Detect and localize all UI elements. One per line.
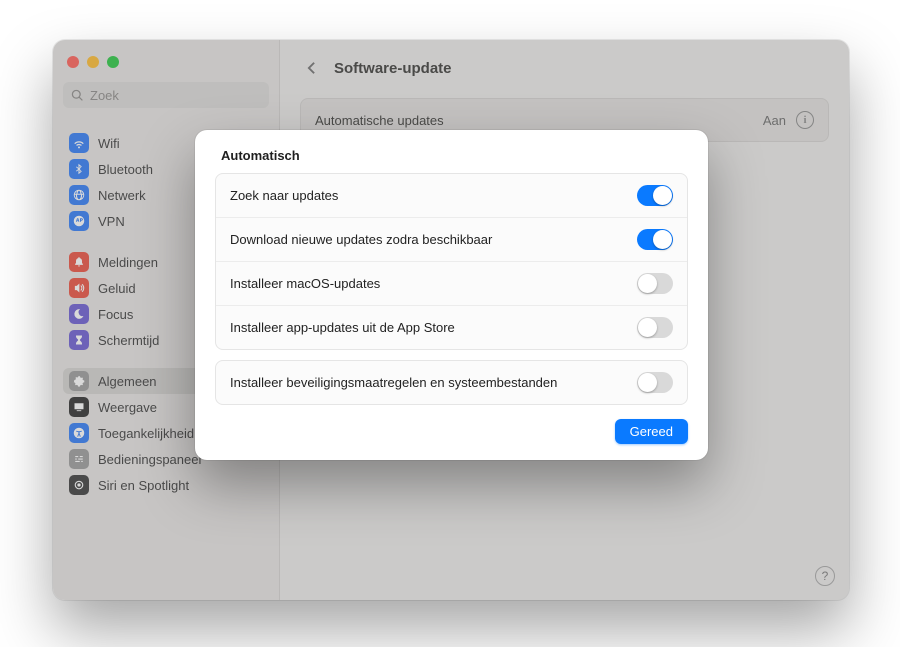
option-row: Download nieuwe updates zodra beschikbaa… bbox=[216, 217, 687, 261]
sidebar-item-label: Wifi bbox=[98, 136, 120, 151]
help-button[interactable]: ? bbox=[815, 566, 835, 586]
sidebar-item-label: Focus bbox=[98, 307, 133, 322]
option-label: Installeer macOS-updates bbox=[230, 276, 380, 291]
sidebar-item-label: Meldingen bbox=[98, 255, 158, 270]
option-label: Zoek naar updates bbox=[230, 188, 338, 203]
sidebar-item-label: VPN bbox=[98, 214, 125, 229]
search-placeholder: Zoek bbox=[90, 88, 119, 103]
option-label: Installeer beveiligingsmaatregelen en sy… bbox=[230, 375, 557, 390]
toggle-switch[interactable] bbox=[637, 273, 673, 294]
toggle-switch[interactable] bbox=[637, 317, 673, 338]
gear-icon bbox=[69, 371, 89, 391]
wifi-icon bbox=[69, 133, 89, 153]
option-row: Zoek naar updates bbox=[216, 174, 687, 217]
option-row: Installeer app-updates uit de App Store bbox=[216, 305, 687, 349]
option-row: Installeer macOS-updates bbox=[216, 261, 687, 305]
back-button[interactable] bbox=[300, 57, 322, 79]
sidebar-item-label: Algemeen bbox=[98, 374, 157, 389]
sidebar-item-label: Weergave bbox=[98, 400, 157, 415]
search-input[interactable]: Zoek bbox=[63, 82, 269, 108]
search-icon bbox=[71, 89, 84, 102]
auto-updates-value: Aan bbox=[763, 113, 786, 128]
maximize-icon[interactable] bbox=[107, 56, 119, 68]
option-label: Installeer app-updates uit de App Store bbox=[230, 320, 455, 335]
option-row: Installeer beveiligingsmaatregelen en sy… bbox=[216, 361, 687, 404]
sidebar-item-siri-en-spotlight[interactable]: Siri en Spotlight bbox=[63, 472, 269, 498]
info-icon[interactable]: i bbox=[796, 111, 814, 129]
toggle-switch[interactable] bbox=[637, 185, 673, 206]
siri-icon bbox=[69, 475, 89, 495]
chevron-left-icon bbox=[306, 61, 317, 75]
toggle-switch[interactable] bbox=[637, 372, 673, 393]
page-title: Software-update bbox=[334, 60, 452, 77]
sliders-icon bbox=[69, 449, 89, 469]
bell-icon bbox=[69, 252, 89, 272]
sheet-title: Automatisch bbox=[221, 148, 688, 163]
sidebar-item-label: Bluetooth bbox=[98, 162, 153, 177]
sidebar-item-label: Netwerk bbox=[98, 188, 146, 203]
access-icon bbox=[69, 423, 89, 443]
content-header: Software-update bbox=[300, 54, 829, 82]
automatic-updates-sheet: Automatisch Zoek naar updates Download ni… bbox=[195, 130, 708, 460]
moon-icon bbox=[69, 304, 89, 324]
sidebar-item-label: Geluid bbox=[98, 281, 136, 296]
minimize-icon[interactable] bbox=[87, 56, 99, 68]
sidebar-item-label: Toegankelijkheid bbox=[98, 426, 194, 441]
vpn-icon bbox=[69, 211, 89, 231]
window-controls bbox=[63, 52, 269, 82]
bluetooth-icon bbox=[69, 159, 89, 179]
display-icon bbox=[69, 397, 89, 417]
globe-icon bbox=[69, 185, 89, 205]
options-group-primary: Zoek naar updates Download nieuwe updates… bbox=[215, 173, 688, 350]
toggle-switch[interactable] bbox=[637, 229, 673, 250]
close-icon[interactable] bbox=[67, 56, 79, 68]
options-group-secondary: Installeer beveiligingsmaatregelen en sy… bbox=[215, 360, 688, 405]
option-label: Download nieuwe updates zodra beschikbaa… bbox=[230, 232, 492, 247]
hourglass-icon bbox=[69, 330, 89, 350]
sidebar-item-label: Bedieningspaneel bbox=[98, 452, 201, 467]
done-button[interactable]: Gereed bbox=[615, 419, 688, 444]
sidebar-item-label: Schermtijd bbox=[98, 333, 159, 348]
sound-icon bbox=[69, 278, 89, 298]
sidebar-item-label: Siri en Spotlight bbox=[98, 478, 189, 493]
auto-updates-label: Automatische updates bbox=[315, 113, 444, 128]
sheet-actions: Gereed bbox=[215, 419, 688, 444]
